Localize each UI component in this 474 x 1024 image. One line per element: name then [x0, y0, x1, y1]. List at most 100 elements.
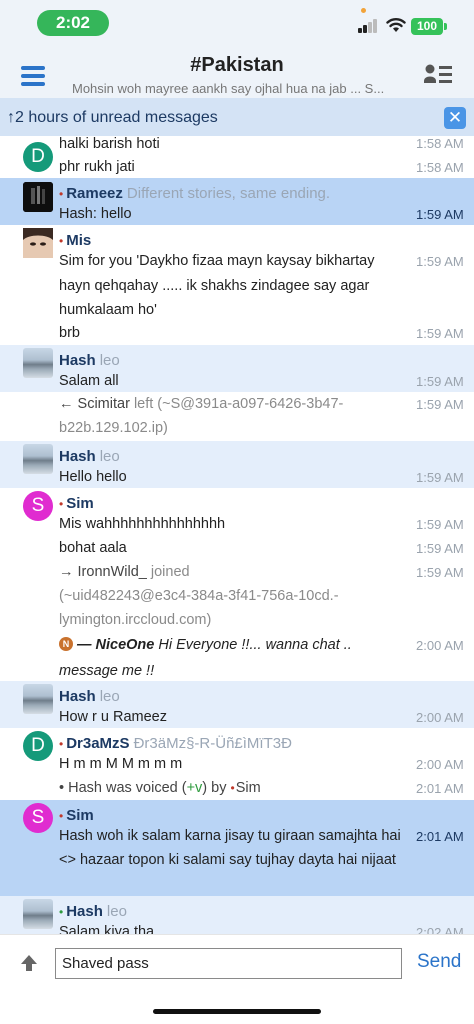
message-text: How r u Rameez: [59, 709, 167, 725]
message-input[interactable]: [55, 948, 402, 979]
nick-line: Hash leo: [59, 352, 120, 369]
avatar: D: [23, 731, 53, 761]
user-realname: Different stories, same ending.: [126, 185, 331, 202]
user-realname: leo: [99, 352, 120, 369]
mode-flag: +v: [186, 780, 203, 796]
timestamp: 1:59 AM: [416, 326, 464, 341]
compose-bar: Send: [0, 934, 474, 994]
nickname[interactable]: Hash: [59, 688, 96, 705]
channel-topic[interactable]: Mohsin woh mayree aankh say ojhal hua na…: [72, 81, 394, 96]
timestamp: 1:59 AM: [416, 541, 464, 556]
avatar: S: [23, 803, 53, 833]
timestamp: 1:59 AM: [416, 397, 464, 412]
message-text: Mis wahhhhhhhhhhhhhhh: [59, 516, 226, 532]
status-time: 2:02: [37, 10, 109, 36]
nick-line: • Hash leo: [59, 903, 127, 920]
timestamp: 2:01 AM: [416, 829, 464, 844]
event-detail: joined: [150, 564, 190, 580]
unread-messages-link[interactable]: ↑2 hours of unread messages: [7, 109, 218, 127]
message-group: Hash leo How r u Rameez 2:00 AM: [0, 681, 474, 728]
message-group: Hash leo Salam all 1:59 AM: [0, 345, 474, 392]
message-text: Salam all: [59, 373, 119, 389]
timestamp: 2:01 AM: [416, 781, 464, 796]
event-nick[interactable]: → IronnWild_: [59, 564, 147, 580]
user-realname: leo: [99, 448, 120, 465]
unread-banner: ↑2 hours of unread messages ✕: [0, 98, 474, 136]
nickname[interactable]: Mis: [66, 232, 91, 249]
join-event: → IronnWild_ joined (~uid482243@e3c4-384a…: [59, 560, 407, 632]
message-text: Sim for you 'Daykho fizaa mayn kaysay bi…: [59, 253, 375, 318]
nick-line: Hash leo: [59, 688, 120, 705]
status-bar: 2:02 100: [0, 0, 474, 46]
op-indicator: •: [59, 187, 64, 201]
nickname[interactable]: Rameez: [66, 185, 123, 202]
home-indicator[interactable]: [153, 1009, 321, 1014]
message-group: D halki barish hoti 1:58 AM phr rukh jat…: [0, 136, 474, 178]
nick-line: • Sim: [59, 495, 94, 512]
part-event: ← Scimitar left (~S@391a-a097-6426-3b47-…: [0, 392, 474, 441]
avatar: [23, 182, 53, 212]
timestamp: 2:00 AM: [416, 757, 464, 772]
battery-icon: 100: [411, 18, 447, 35]
message-group: • Mis Sim for you 'Daykho fizaa mayn kays…: [0, 225, 474, 345]
avatar: [23, 444, 53, 474]
user-realname: Ðr3äMz§-R-Üñ£ìMïT3Ð: [133, 735, 292, 752]
event-nick[interactable]: Sim: [236, 780, 261, 796]
message-text: Salam kiya tha: [59, 924, 155, 934]
timestamp: 1:59 AM: [416, 517, 464, 532]
member-list-icon[interactable]: [424, 64, 452, 88]
event-text: ← Scimitar left (~S@391a-a097-6426-3b47-…: [59, 392, 407, 440]
message-text: bohat aala: [59, 540, 127, 556]
avatar: [23, 348, 53, 378]
avatar: [23, 899, 53, 929]
dismiss-unread-button[interactable]: ✕: [444, 107, 466, 129]
voice-indicator: •: [59, 905, 64, 919]
message-group: Hash leo Hello hello 1:59 AM: [0, 441, 474, 488]
avatar: [23, 228, 53, 258]
timestamp: 1:59 AM: [416, 470, 464, 485]
nickname[interactable]: Sim: [66, 807, 94, 824]
nick-line: • Sim: [59, 807, 94, 824]
message-text: phr rukh jati: [59, 159, 135, 175]
nickname[interactable]: Hash: [59, 448, 96, 465]
timestamp: 1:58 AM: [416, 160, 464, 175]
timestamp: 1:59 AM: [416, 565, 464, 580]
action-message: N — NiceOne Hi Everyone !!... wanna chat …: [59, 632, 407, 684]
wifi-icon: [386, 18, 406, 32]
nickname[interactable]: Hash: [66, 903, 103, 920]
user-realname: leo: [99, 688, 120, 705]
timestamp: 1:58 AM: [416, 136, 464, 151]
avatar: [23, 684, 53, 714]
signal-icon: [358, 19, 380, 33]
event-detail: • Hash was voiced (: [59, 780, 187, 796]
timestamp: 1:59 AM: [416, 374, 464, 389]
nickname[interactable]: Hash: [59, 352, 96, 369]
message-group: S • Sim Mis wahhhhhhhhhhhhhhh 1:59 AM boh…: [0, 488, 474, 681]
avatar: S: [23, 491, 53, 521]
op-indicator: •: [59, 737, 64, 751]
privacy-indicator: [361, 8, 366, 13]
mode-event: • Hash was voiced (+v) by •Sim: [59, 776, 407, 800]
send-button[interactable]: Send: [417, 951, 461, 973]
event-host: (~uid482243@e3c4-384a-3f41-756a-10cd.-ly…: [59, 588, 339, 628]
message-list[interactable]: D halki barish hoti 1:58 AM phr rukh jat…: [0, 136, 474, 934]
op-indicator: •: [59, 234, 64, 248]
channel-header: #Pakistan Mohsin woh mayree aankh say oj…: [0, 46, 474, 98]
message-text: Hello hello: [59, 469, 127, 485]
upload-icon[interactable]: [20, 954, 38, 972]
action-nick[interactable]: — NiceOne: [77, 637, 154, 653]
nick-line: Hash leo: [59, 448, 120, 465]
message-text: H m m M M m m m: [59, 756, 183, 772]
message-group: D • Dr3aMzS Ðr3äMz§-R-Üñ£ìMïT3Ð H m m M M …: [0, 728, 474, 800]
nick-line: • Mis: [59, 232, 91, 249]
nick-line: • Rameez Different stories, same ending.: [59, 185, 330, 202]
message-text: Hash woh ik salam karna jisay tu giraan …: [59, 828, 401, 868]
message-group: • Hash leo Salam kiya tha 2:02 AM: [0, 896, 474, 934]
event-nick[interactable]: ← Scimitar: [59, 396, 130, 412]
message-text: Hash: hello: [59, 206, 132, 222]
timestamp: 2:00 AM: [416, 638, 464, 653]
nickname[interactable]: Dr3aMzS: [66, 735, 129, 752]
message-text: halki barish hoti: [59, 136, 160, 152]
message-group: • Rameez Different stories, same ending. H…: [0, 178, 474, 225]
nickname[interactable]: Sim: [66, 495, 94, 512]
